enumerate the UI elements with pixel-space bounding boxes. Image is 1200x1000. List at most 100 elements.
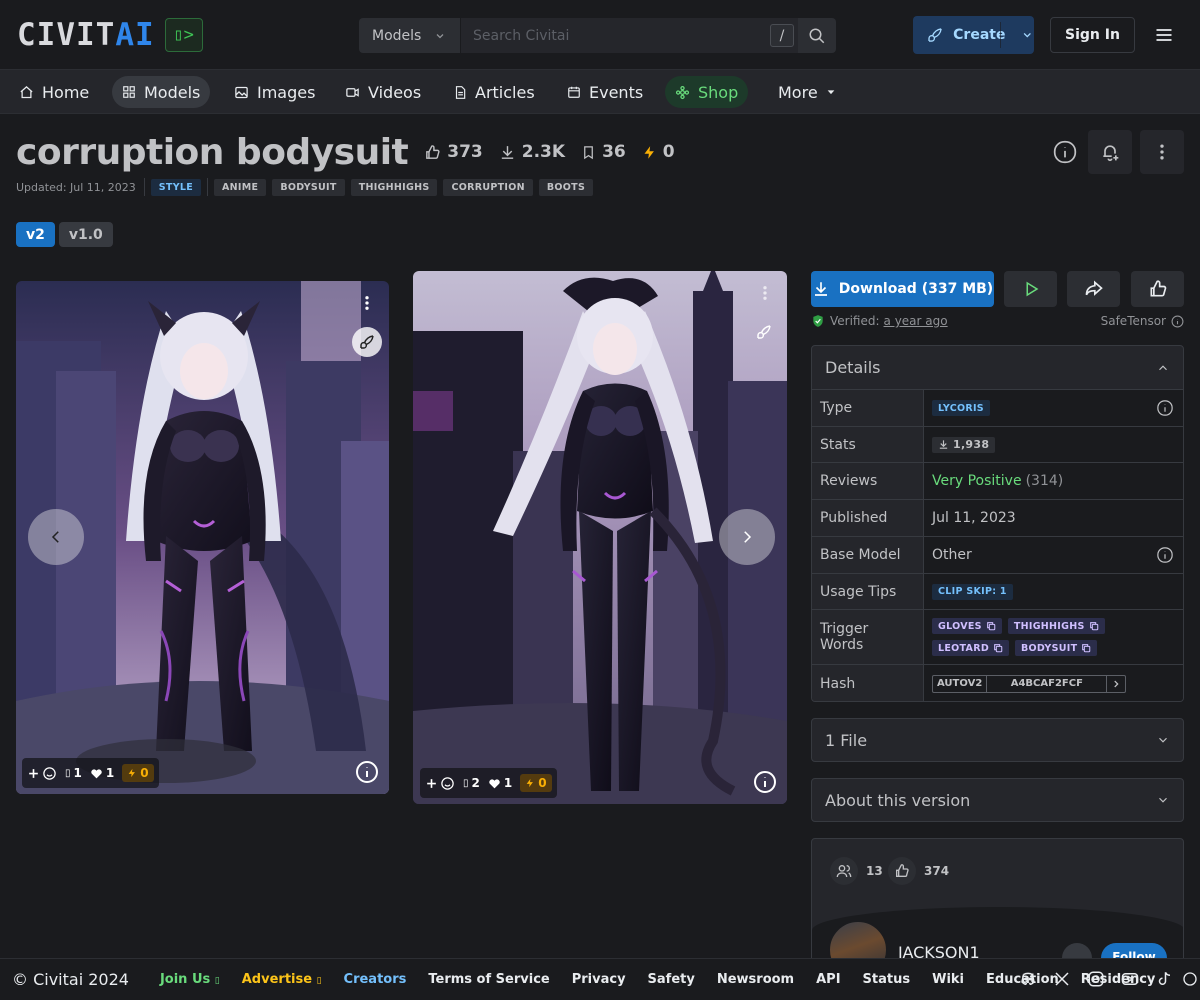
trigger-word-chip[interactable]: THIGHHIGHS [1007,618,1105,634]
bookmarks-count: 36 [602,142,626,162]
search-scope-select[interactable]: Models [359,18,461,53]
nav-images[interactable]: Images [224,76,325,108]
hash-next-button[interactable] [1107,676,1125,692]
about-version-accordion[interactable]: About this version [811,778,1184,822]
chevron-down-icon [436,33,444,38]
heart-count[interactable]: 1 [488,776,512,790]
chevron-up-icon [1159,364,1167,370]
footer-link-privacy[interactable]: Privacy [572,972,626,987]
notify-button[interactable] [1088,130,1132,174]
share-button[interactable] [1067,271,1120,307]
category-tag[interactable]: STYLE [150,178,202,196]
detail-key: Published [812,500,924,536]
footer-link-newsroom[interactable]: Newsroom [717,972,794,987]
files-accordion[interactable]: 1 File [811,718,1184,762]
github-icon[interactable] [1182,970,1198,988]
sign-in-button[interactable]: Sign In [1050,17,1135,53]
tag-corruption[interactable]: CORRUPTION [443,178,533,196]
nav-events[interactable]: Events [557,76,653,108]
nav-videos[interactable]: Videos [335,76,431,108]
bookmarks-stat: 36 [581,142,626,162]
footer-link-api[interactable]: API [816,972,840,987]
instagram-icon[interactable] [1087,970,1105,988]
comment-count[interactable]: ▯ 2 [463,776,480,790]
remix-button[interactable] [352,327,382,357]
footer-link-wiki[interactable]: Wiki [932,972,964,987]
footer-link-creators[interactable]: Creators [344,972,407,987]
info-icon[interactable] [1156,399,1174,417]
carousel-prev-button[interactable] [28,509,84,565]
verified-time-link[interactable]: a year ago [884,314,948,328]
run-button[interactable] [1004,271,1057,307]
heart-value: 1 [503,776,513,790]
creator-likes-count: 374 [924,864,950,878]
trigger-word-chip[interactable]: GLOVES [932,618,1002,634]
tip-buzz-button[interactable]: 0 [122,764,154,782]
search-placeholder: Search Civitai [473,27,570,44]
search-input[interactable]: Search Civitai / [461,18,798,53]
brush-icon [757,325,771,339]
tip-buzz-button[interactable]: 0 [520,774,552,792]
tag-anime[interactable]: ANIME [214,178,267,196]
download-button[interactable]: Download (337 MB) [811,271,994,307]
heart-count[interactable]: 1 [90,766,114,780]
youtube-icon[interactable] [1121,970,1139,988]
footer-link-safety[interactable]: Safety [648,972,695,987]
like-button[interactable] [1131,271,1184,307]
detail-row-reviews: Reviews Very Positive (314) [812,463,1183,500]
nav-home[interactable]: Home [9,76,99,108]
details-header[interactable]: Details [812,346,1183,390]
article-icon [455,85,466,99]
reaction-bar: ▯ 2 1 0 [420,768,557,798]
create-button[interactable]: Create [913,16,1034,54]
review-count: (314) [1025,473,1064,489]
comment-count[interactable]: ▯ 1 [65,766,82,780]
nav-shop[interactable]: Shop [665,76,749,108]
footer-link-status[interactable]: Status [863,972,911,987]
tiktok-icon[interactable] [1155,970,1173,988]
civitai-logo[interactable]: CIVITAI ▯> [17,18,203,52]
discord-icon[interactable] [1019,970,1037,988]
verified-label: Verified: [830,314,880,328]
version-tab-v2[interactable]: v2 [16,222,55,247]
hash-display[interactable]: AUTOV2 A4BCAF2FCF [932,674,1127,693]
add-reaction-button[interactable] [27,766,57,781]
info-button[interactable] [1049,136,1081,168]
tag-bodysuit[interactable]: BODYSUIT [272,178,345,196]
more-options-button[interactable] [1140,130,1184,174]
download-label: Download (337 MB) [838,281,994,297]
add-reaction-button[interactable] [425,776,455,791]
image-menu-button[interactable] [357,289,377,317]
detail-row-base-model: Base Model Other [812,537,1183,574]
version-tab-v1[interactable]: v1.0 [58,222,113,247]
nav-models[interactable]: Models [112,76,211,108]
menu-icon[interactable] [1154,25,1174,45]
footer-link-advertise[interactable]: Advertise ▯ [242,972,322,987]
downloads-count: 2.3K [521,142,566,162]
hash-type: AUTOV2 [933,675,988,692]
play-icon [1026,281,1038,297]
trigger-word-chip[interactable]: BODYSUIT [1015,640,1098,656]
search-button[interactable] [798,18,836,53]
image-info-button[interactable] [752,769,778,795]
image-info-button[interactable] [354,759,380,785]
nav-articles[interactable]: Articles [443,76,545,108]
search-scope-label: Models [372,27,422,44]
x-twitter-icon[interactable] [1053,970,1071,988]
tag-boots[interactable]: BOOTS [538,178,594,196]
comment-value: 1 [73,766,82,780]
file-format-label: SafeTensor [1100,314,1166,328]
nav-models-label: Models [144,82,201,102]
tag-thighhighs[interactable]: THIGHHIGHS [350,178,438,196]
footer-link-join-us[interactable]: Join Us ▯ [160,972,220,987]
info-icon[interactable] [1156,546,1174,564]
brush-icon [928,28,942,42]
remix-button[interactable] [749,317,779,347]
trigger-word-chip[interactable]: LEOTARD [932,640,1010,656]
footer-link-terms[interactable]: Terms of Service [428,972,549,987]
image-menu-button[interactable] [755,279,775,307]
carousel-next-button[interactable] [719,509,775,565]
file-format: SafeTensor [1101,314,1184,328]
info-icon[interactable] [1171,315,1184,328]
nav-more[interactable]: More [768,76,846,108]
